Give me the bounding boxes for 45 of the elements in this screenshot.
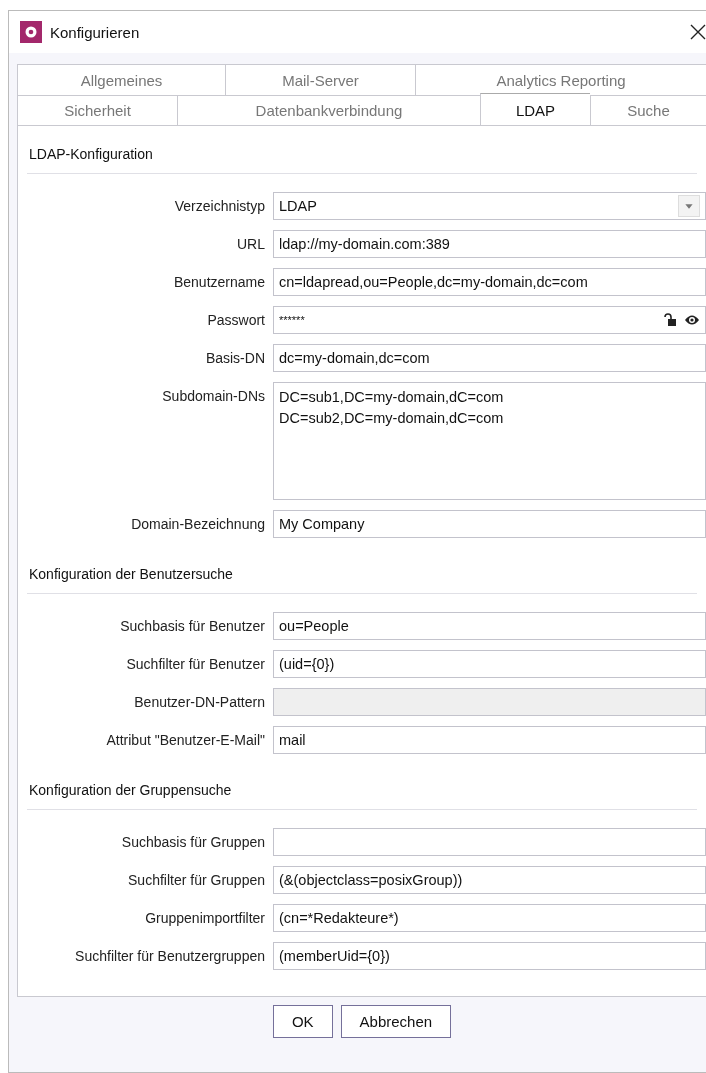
field-label: Subdomain-DNs <box>161 387 265 404</box>
input-field[interactable] <box>273 828 706 856</box>
ok-button[interactable]: OK <box>272 1005 333 1038</box>
password-field[interactable]: ****** <box>273 306 706 334</box>
field-label: Suchfilter für Gruppen <box>127 871 265 888</box>
tab[interactable]: Sicherheit <box>17 95 177 125</box>
tab[interactable]: Suche <box>590 95 706 125</box>
directory-type-dropdown[interactable]: LDAP <box>273 192 706 220</box>
field-label: URL <box>236 235 265 252</box>
field-label: Domain-Bezeichnung <box>130 515 265 532</box>
input-field[interactable]: ou=People <box>273 612 706 640</box>
field-label: Suchbasis für Gruppen <box>120 833 265 850</box>
input-field[interactable]: cn=ldapread,ou=People,dc=my-domain,dc=com <box>273 268 706 296</box>
tab[interactable]: Mail-Server <box>225 64 415 95</box>
text-area[interactable]: DC=sub1,DC=my-domain,dC=com DC=sub2,DC=my-domain,dC=com <box>273 382 706 500</box>
field-label: Benutzer-DN-Pattern <box>133 693 265 710</box>
field-label: Suchfilter für Benutzer <box>125 655 265 672</box>
field-label: Attribut "Benutzer-E-Mail" <box>105 731 265 748</box>
close-icon[interactable] <box>690 24 706 40</box>
field-label: Passwort <box>206 311 265 328</box>
padlock-icon[interactable] <box>662 312 678 328</box>
dropdown-caret-icon[interactable] <box>678 195 700 217</box>
tab[interactable]: Analytics Reporting <box>415 64 706 95</box>
field-label: Benutzername <box>172 273 265 290</box>
input-field[interactable]: ldap://my-domain.com:389 <box>273 230 706 258</box>
section-heading: LDAP-Konfiguration <box>27 138 697 174</box>
tab[interactable]: Allgemeines <box>17 64 225 95</box>
tab[interactable]: LDAP <box>480 93 590 125</box>
input-field[interactable]: My Company <box>273 510 706 538</box>
input-field[interactable]: (cn=*Redakteure*) <box>273 904 706 932</box>
field-label: Suchfilter für Benutzergruppen <box>74 947 265 964</box>
section-heading: Konfiguration der Gruppensuche <box>27 774 697 810</box>
cancel-button[interactable]: Abbrechen <box>340 1005 452 1038</box>
field-label: Basis-DN <box>204 349 265 366</box>
input-field[interactable]: (memberUid={0}) <box>273 942 706 970</box>
field-label: Suchbasis für Benutzer <box>119 617 265 634</box>
input-field[interactable]: (uid={0}) <box>273 650 706 678</box>
input-field[interactable]: mail <box>273 726 706 754</box>
input-field[interactable]: (&(objectclass=posixGroup)) <box>273 866 706 894</box>
field-label: Gruppenimportfilter <box>144 909 265 926</box>
window-title: Konfigurieren <box>50 23 140 41</box>
section-heading: Konfiguration der Benutzersuche <box>27 558 697 594</box>
tab[interactable]: Datenbankverbindung <box>177 95 480 125</box>
input-field[interactable]: dc=my-domain,dc=com <box>273 344 706 372</box>
field-label: Verzeichnistyp <box>173 197 265 214</box>
